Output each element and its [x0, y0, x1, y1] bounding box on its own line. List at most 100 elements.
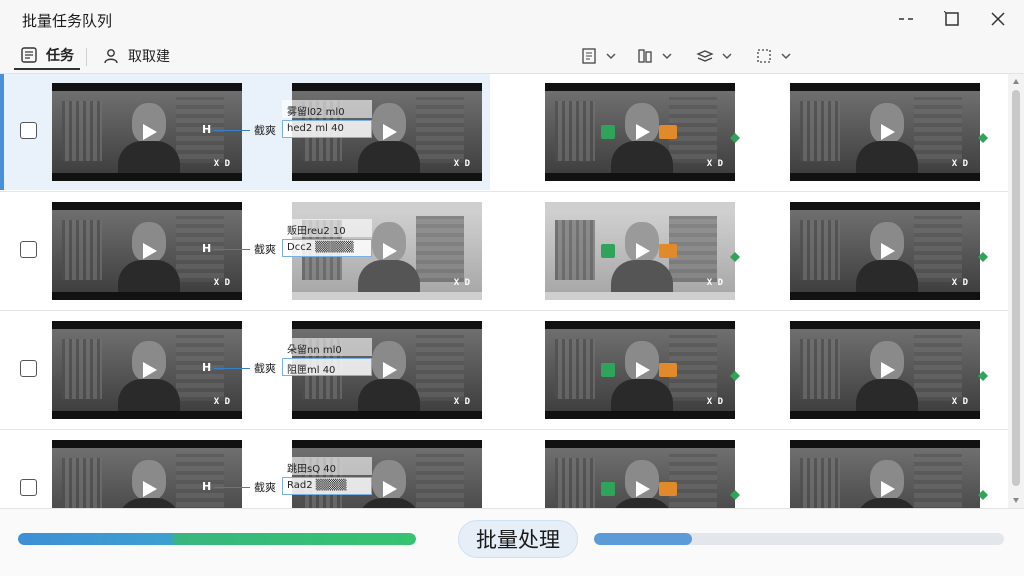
scroll-up-icon[interactable]	[1012, 78, 1020, 86]
row-checkbox[interactable]	[20, 241, 37, 258]
hd-badge: X D	[213, 397, 230, 407]
green-tag-icon[interactable]	[601, 125, 615, 139]
cut-label: 截爽	[254, 124, 276, 137]
row-selected-indicator	[0, 74, 4, 190]
play-icon[interactable]	[631, 359, 653, 381]
play-icon[interactable]	[138, 240, 160, 262]
columns-icon	[638, 49, 652, 63]
trim-handle-icon[interactable]: H	[202, 242, 211, 255]
batch-process-button[interactable]: 批量处理	[458, 520, 578, 558]
task-list: H X D 截爽 X D 雾留l02 ml0 hed2 ml 40 X D X …	[0, 74, 1008, 508]
progress-bar-left	[18, 533, 416, 545]
play-icon[interactable]	[876, 359, 898, 381]
cut-label: 截爽	[254, 481, 276, 494]
output-video-thumbnail[interactable]: X D	[790, 202, 980, 300]
diamond-marker-icon[interactable]	[730, 247, 740, 262]
vertical-scrollbar[interactable]	[1008, 74, 1024, 508]
clip-name-field[interactable]: Dcc2 ▒▒▒▒▒	[282, 239, 372, 257]
progress-fill-right	[594, 533, 693, 545]
output-video-thumbnail[interactable]: X D	[790, 83, 980, 181]
toolbar-divider	[86, 48, 87, 66]
clip-name-label: 朵留nn ml0	[282, 338, 372, 356]
play-icon[interactable]	[378, 240, 400, 262]
output-video-thumbnail[interactable]: X D	[790, 440, 980, 508]
effect-video-thumbnail[interactable]: X D	[545, 440, 735, 508]
diamond-marker-icon[interactable]	[730, 128, 740, 143]
trim-handle-icon[interactable]: H	[202, 480, 211, 493]
row-checkbox[interactable]	[20, 360, 37, 377]
scrollbar-thumb[interactable]	[1012, 90, 1020, 486]
chevron-down-icon	[662, 53, 672, 60]
orange-tag-icon[interactable]	[659, 363, 677, 377]
diamond-marker-icon[interactable]	[978, 366, 988, 381]
hd-badge: X D	[453, 397, 470, 407]
source-video-thumbnail[interactable]: H X D	[52, 321, 242, 419]
clip-name-field[interactable]: Rad2 ▒▒▒▒	[282, 477, 372, 495]
orange-tag-icon[interactable]	[659, 244, 677, 258]
scroll-down-icon[interactable]	[1012, 496, 1020, 504]
minimize-button[interactable]	[884, 4, 928, 34]
toolbar: 任务 取取建	[0, 38, 1024, 74]
output-video-thumbnail[interactable]: X D	[790, 321, 980, 419]
play-icon[interactable]	[876, 121, 898, 143]
play-icon[interactable]	[631, 121, 653, 143]
hd-badge: X D	[706, 278, 723, 288]
orange-tag-icon[interactable]	[659, 482, 677, 496]
document-icon	[582, 48, 596, 64]
clip-name-field[interactable]: hed2 ml 40	[282, 120, 372, 138]
effect-video-thumbnail[interactable]: X D	[545, 321, 735, 419]
columns-dropdown-button[interactable]	[636, 46, 672, 66]
task-row[interactable]: H X D 截爽 X D 跳田sQ 40 Rad2 ▒▒▒▒ X D X D	[0, 431, 1008, 508]
play-icon[interactable]	[138, 121, 160, 143]
tab-tasks-label: 任务	[46, 48, 74, 64]
document-dropdown-button[interactable]	[580, 46, 616, 66]
play-icon[interactable]	[876, 240, 898, 262]
connector-line	[214, 368, 250, 369]
play-icon[interactable]	[378, 121, 400, 143]
play-icon[interactable]	[876, 478, 898, 500]
layers-dropdown-button[interactable]	[696, 46, 732, 66]
play-icon[interactable]	[378, 478, 400, 500]
trim-handle-icon[interactable]: H	[202, 361, 211, 374]
close-button[interactable]	[976, 4, 1020, 34]
source-video-thumbnail[interactable]: H X D	[52, 83, 242, 181]
diamond-marker-icon[interactable]	[978, 247, 988, 262]
play-icon[interactable]	[631, 478, 653, 500]
diamond-marker-icon[interactable]	[978, 128, 988, 143]
trim-handle-icon[interactable]: H	[202, 123, 211, 136]
play-icon[interactable]	[378, 359, 400, 381]
chevron-down-icon	[606, 53, 616, 60]
tab-tasks[interactable]: 任务	[14, 42, 80, 70]
cut-label: 截爽	[254, 243, 276, 256]
connector-line	[214, 130, 250, 131]
hd-badge: X D	[213, 159, 230, 169]
effect-video-thumbnail[interactable]: X D	[545, 83, 735, 181]
play-icon[interactable]	[631, 240, 653, 262]
tab-fetch[interactable]: 取取建	[96, 42, 176, 70]
green-tag-icon[interactable]	[601, 363, 615, 377]
layers-icon	[696, 50, 714, 62]
selection-dropdown-button[interactable]	[755, 46, 791, 66]
window-title: 批量任务队列	[22, 12, 113, 30]
task-row[interactable]: H X D 截爽 X D 朵留nn ml0 阻匣ml 40 X D X D	[0, 312, 1008, 430]
row-checkbox[interactable]	[20, 479, 37, 496]
source-video-thumbnail[interactable]: H X D	[52, 440, 242, 508]
diamond-marker-icon[interactable]	[730, 485, 740, 500]
orange-tag-icon[interactable]	[659, 125, 677, 139]
source-video-thumbnail[interactable]: H X D	[52, 202, 242, 300]
diamond-marker-icon[interactable]	[978, 485, 988, 500]
diamond-marker-icon[interactable]	[730, 366, 740, 381]
play-icon[interactable]	[138, 478, 160, 500]
maximize-button[interactable]	[930, 4, 974, 34]
hd-badge: X D	[951, 159, 968, 169]
green-tag-icon[interactable]	[601, 244, 615, 258]
green-tag-icon[interactable]	[601, 482, 615, 496]
task-row[interactable]: H X D 截爽 X D 贩田reu2 10 Dcc2 ▒▒▒▒▒ X D X …	[0, 193, 1008, 311]
clip-name-field[interactable]: 阻匣ml 40	[282, 358, 372, 376]
task-row[interactable]: H X D 截爽 X D 雾留l02 ml0 hed2 ml 40 X D X …	[0, 74, 1008, 192]
effect-video-thumbnail[interactable]: X D	[545, 202, 735, 300]
progress-fill-left	[18, 533, 416, 545]
play-icon[interactable]	[138, 359, 160, 381]
hd-badge: X D	[706, 397, 723, 407]
row-checkbox[interactable]	[20, 122, 37, 139]
